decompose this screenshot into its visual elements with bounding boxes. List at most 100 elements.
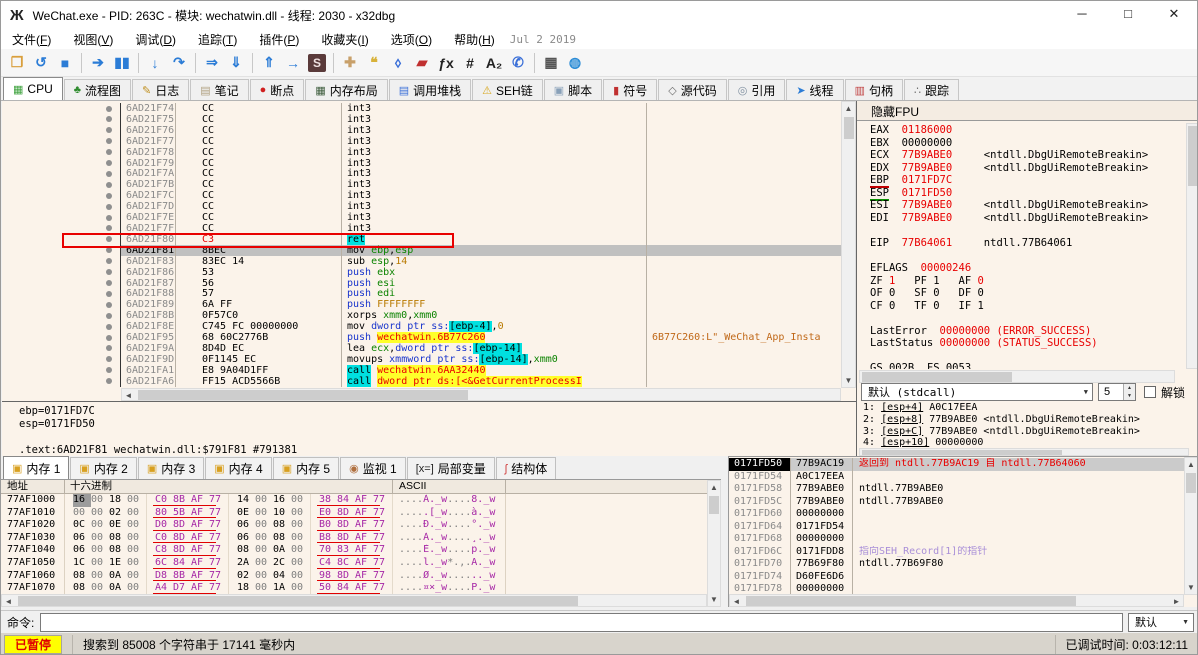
disasm-gutter[interactable] xyxy=(2,278,121,289)
command-profile-select[interactable]: 默认 ▼ xyxy=(1128,613,1194,632)
gutter-dot-icon[interactable] xyxy=(106,215,112,221)
tab-notes[interactable]: ▤笔记 xyxy=(190,79,248,100)
tab-struct[interactable]: ʃ结构体 xyxy=(496,457,556,479)
tab-locals[interactable]: [x=]局部变量 xyxy=(407,457,495,479)
tab-dump-5[interactable]: ▣内存 5 xyxy=(273,457,339,479)
disasm-gutter[interactable] xyxy=(2,267,121,278)
disasm-gutter[interactable] xyxy=(2,147,121,158)
disasm-gutter[interactable] xyxy=(2,354,121,365)
disasm-row[interactable]: 6AD21F78CCint3 xyxy=(2,147,841,158)
run-icon[interactable]: ➔ xyxy=(86,51,110,75)
disasm-row[interactable]: 6AD21F8756push esi xyxy=(2,278,841,289)
dump-hscrollbar[interactable]: ◄ xyxy=(1,594,707,607)
tab-watch-1[interactable]: ◉监视 1 xyxy=(340,457,406,479)
globe-icon[interactable]: ◍ xyxy=(563,51,587,75)
dump-row[interactable]: 77AF10501C001E006C84AF772A002C00C48CAF77… xyxy=(1,557,707,570)
scroll-thumb[interactable] xyxy=(138,390,468,400)
menu-I[interactable]: 收藏夹(I) xyxy=(310,31,379,48)
gutter-dot-icon[interactable] xyxy=(106,258,112,264)
tab-script[interactable]: ▣脚本 xyxy=(544,79,602,100)
disasm-row[interactable]: 6AD21F9568 60C2776Bpush wechatwin.6B77C2… xyxy=(2,332,841,343)
dump-row[interactable]: 77AF103006000800C08DAF7706000800B88DAF77… xyxy=(1,532,707,545)
disassembly-pane[interactable]: 6AD21F74CCint36AD21F75CCint36AD21F76CCin… xyxy=(2,101,856,401)
menu-P[interactable]: 插件(P) xyxy=(248,31,310,48)
strings-icon[interactable]: A₂ xyxy=(482,51,506,75)
disasm-row[interactable]: 6AD21F9D0F1145 ECmovups xmmword ptr ss:[… xyxy=(2,354,841,365)
scroll-up-icon[interactable]: ▲ xyxy=(708,481,720,494)
menu-V[interactable]: 视图(V) xyxy=(62,31,124,48)
disasm-gutter[interactable] xyxy=(2,365,121,376)
gutter-dot-icon[interactable] xyxy=(106,225,112,231)
disassembly-hscrollbar[interactable]: ◄ xyxy=(121,388,841,401)
scroll-up-icon[interactable]: ▲ xyxy=(1185,458,1197,471)
dump-row[interactable]: 77AF106008000A00D88BAF7702000400988DAF77… xyxy=(1,570,707,583)
argument-line[interactable]: 1: [esp+4] A0C17EEA xyxy=(863,402,1185,414)
register-line[interactable] xyxy=(870,312,1186,325)
menu-T[interactable]: 追踪(T) xyxy=(187,31,248,48)
scroll-thumb[interactable] xyxy=(709,496,719,514)
gutter-dot-icon[interactable] xyxy=(106,193,112,199)
patch-icon[interactable]: ✚ xyxy=(338,51,362,75)
register-line[interactable]: EBP 0171FD7C xyxy=(870,174,1186,187)
disasm-row[interactable]: 6AD21F9A8D4D EClea ecx,dword ptr ss:[ebp… xyxy=(2,343,841,354)
scroll-right-icon[interactable]: ► xyxy=(1170,595,1183,607)
dump-row[interactable]: 77AF100016001800C08BAF77140016003884AF77… xyxy=(1,494,707,507)
stack-row[interactable]: 0171FD74D60FE6D6 xyxy=(729,571,1184,584)
tab-dump-4[interactable]: ▣内存 4 xyxy=(205,457,271,479)
tab-dump-3[interactable]: ▣内存 3 xyxy=(138,457,204,479)
scroll-left-icon[interactable]: ◄ xyxy=(2,595,15,607)
stack-vscrollbar[interactable]: ▲ ▼ xyxy=(1184,457,1198,595)
gutter-dot-icon[interactable] xyxy=(106,291,112,297)
gutter-dot-icon[interactable] xyxy=(106,247,112,253)
disasm-row[interactable]: 6AD21F8383EC 14sub esp,14 xyxy=(2,256,841,267)
stack-row[interactable]: 0171FD5877B9ABE0ntdll.77B9ABE0 xyxy=(729,483,1184,496)
tab-symbols[interactable]: ▮符号 xyxy=(603,79,657,100)
argument-line[interactable]: 2: [esp+8] 77B9ABE0 <ntdll.DbgUiRemoteBr… xyxy=(863,414,1185,426)
disasm-row[interactable]: 6AD21F8EC745 FC 00000000mov dword ptr ss… xyxy=(2,321,841,332)
gutter-dot-icon[interactable] xyxy=(106,171,112,177)
disasm-gutter[interactable] xyxy=(2,321,121,332)
spinner-down-icon[interactable]: ▼ xyxy=(1124,392,1135,400)
disasm-gutter[interactable] xyxy=(2,179,121,190)
disasm-row[interactable]: 6AD21FA1E8 9A04D1FFcall wechatwin.6AA324… xyxy=(2,365,841,376)
gutter-dot-icon[interactable] xyxy=(106,160,112,166)
stack-row[interactable]: 0171FD6C0171FDD8指向SEH_Record[1]的指针 xyxy=(729,546,1184,559)
gutter-dot-icon[interactable] xyxy=(106,324,112,330)
register-line[interactable] xyxy=(870,224,1186,237)
scroll-down-icon[interactable]: ▼ xyxy=(708,593,720,606)
disasm-gutter[interactable] xyxy=(2,136,121,147)
disasm-gutter[interactable] xyxy=(2,212,121,223)
tab-threads[interactable]: ➤线程 xyxy=(786,79,843,100)
disasm-row[interactable]: 6AD21F8857push edi xyxy=(2,288,841,299)
stack-row[interactable]: 0171FD5077B9AC19返回到 ntdll.77B9AC19 自 ntd… xyxy=(729,458,1184,471)
step-out-icon[interactable]: ⇓ xyxy=(224,51,248,75)
register-line[interactable]: CF 0 TF 0 IF 1 xyxy=(870,300,1186,313)
stack-hscrollbar[interactable]: ◄ ► xyxy=(729,594,1184,607)
pause-icon[interactable]: ▮▮ xyxy=(110,51,134,75)
disasm-gutter[interactable] xyxy=(2,332,121,343)
stack-row[interactable]: 0171FD6800000000 xyxy=(729,533,1184,546)
stack-row[interactable]: 0171FD6000000000 xyxy=(729,508,1184,521)
disasm-row[interactable]: 6AD21F7DCCint3 xyxy=(2,201,841,212)
scroll-down-icon[interactable]: ▼ xyxy=(1185,581,1197,594)
dump-row[interactable]: 77AF104006000800C88DAF7708000A007083AF77… xyxy=(1,544,707,557)
tab-seh[interactable]: ⚠SEH链 xyxy=(472,79,543,100)
restart-icon[interactable]: ↺ xyxy=(29,51,53,75)
disasm-gutter[interactable] xyxy=(2,376,121,387)
scroll-thumb[interactable] xyxy=(1186,473,1196,493)
gutter-dot-icon[interactable] xyxy=(106,313,112,319)
disasm-row[interactable]: 6AD21F896A FFpush FFFFFFFF xyxy=(2,299,841,310)
disasm-row[interactable]: 6AD21F77CCint3 xyxy=(2,136,841,147)
gutter-dot-icon[interactable] xyxy=(106,269,112,275)
gutter-dot-icon[interactable] xyxy=(106,182,112,188)
memory-dump-pane[interactable]: 地址 十六进制 ASCII 77AF100016001800C08BAF7714… xyxy=(1,479,721,607)
tab-source[interactable]: ◇源代码 xyxy=(658,79,726,100)
scroll-up-icon[interactable]: ▲ xyxy=(842,102,855,115)
run-to-user-code-icon[interactable]: ⇑ xyxy=(257,51,281,75)
gutter-dot-icon[interactable] xyxy=(106,335,112,341)
tab-trace[interactable]: ∴跟踪 xyxy=(904,79,959,100)
register-line[interactable]: LastError 00000000 (ERROR_SUCCESS) xyxy=(870,325,1186,338)
step-over-icon[interactable]: ↷ xyxy=(167,51,191,75)
stack-row[interactable]: 0171FD5C77B9ABE0ntdll.77B9ABE0 xyxy=(729,496,1184,509)
disasm-gutter[interactable] xyxy=(2,310,121,321)
